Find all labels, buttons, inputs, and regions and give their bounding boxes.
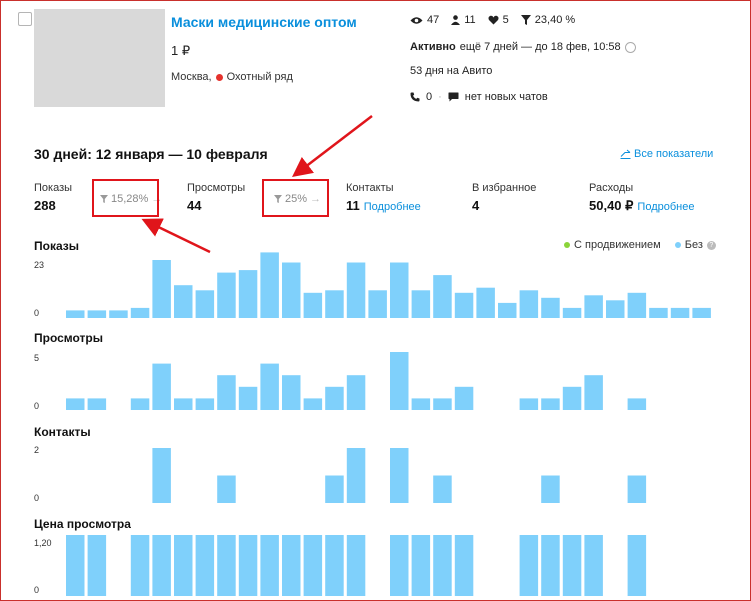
bar-2-23[interactable] bbox=[541, 475, 560, 504]
bar-2-5[interactable] bbox=[152, 448, 171, 503]
bar-0-16[interactable] bbox=[390, 262, 409, 319]
bar-3-8[interactable] bbox=[217, 535, 236, 596]
bar-1-18[interactable] bbox=[433, 398, 452, 410]
bar-3-16[interactable] bbox=[390, 535, 409, 596]
bar-3-6[interactable] bbox=[174, 535, 193, 596]
bar-0-4[interactable] bbox=[130, 307, 150, 318]
bar-1-14[interactable] bbox=[346, 375, 366, 410]
bar-2-27[interactable] bbox=[627, 475, 647, 504]
bar-3-18[interactable] bbox=[433, 535, 452, 596]
bar-0-13[interactable] bbox=[325, 290, 344, 318]
bar-0-12[interactable] bbox=[303, 292, 323, 318]
bar-1-22[interactable] bbox=[519, 398, 539, 410]
bar-0-29[interactable] bbox=[670, 307, 690, 318]
bar-3-7[interactable] bbox=[195, 535, 215, 596]
bar-2-18[interactable] bbox=[433, 475, 452, 504]
bar-0-14[interactable] bbox=[346, 262, 366, 319]
bar-1-1[interactable] bbox=[66, 398, 85, 410]
bar-1-23[interactable] bbox=[541, 398, 560, 410]
bar-3-22[interactable] bbox=[519, 535, 539, 596]
bar-0-20[interactable] bbox=[476, 287, 495, 318]
bar-2-16[interactable] bbox=[390, 448, 409, 503]
bar-0-21[interactable] bbox=[498, 302, 517, 318]
bar-3-10[interactable] bbox=[260, 535, 279, 596]
bar-2-13[interactable] bbox=[325, 475, 344, 504]
bar-1-19[interactable] bbox=[454, 386, 474, 410]
bar-1-25[interactable] bbox=[584, 375, 603, 410]
bar-1-9[interactable] bbox=[238, 386, 258, 410]
bar-0-7[interactable] bbox=[195, 290, 215, 318]
bar-3-23[interactable] bbox=[541, 535, 560, 596]
bar-0-25[interactable] bbox=[584, 295, 603, 318]
bar-0-23[interactable] bbox=[541, 297, 560, 318]
bar-0-5[interactable] bbox=[152, 260, 171, 318]
bar-1-27[interactable] bbox=[627, 398, 647, 410]
bar-0-9[interactable] bbox=[238, 270, 258, 318]
bar-1-6[interactable] bbox=[174, 398, 193, 410]
bar-1-4[interactable] bbox=[130, 398, 150, 410]
bar-1-16[interactable] bbox=[390, 352, 409, 410]
bar-0-1[interactable] bbox=[66, 310, 85, 318]
bar-3-25[interactable] bbox=[584, 535, 603, 596]
bar-0-24[interactable] bbox=[562, 307, 582, 318]
bar-1-11[interactable] bbox=[282, 375, 301, 410]
bar-3-4[interactable] bbox=[130, 535, 150, 596]
bar-0-18[interactable] bbox=[433, 275, 452, 318]
bar-0-15[interactable] bbox=[368, 290, 387, 318]
bar-3-12[interactable] bbox=[303, 535, 323, 596]
bar-0-2[interactable] bbox=[87, 310, 107, 318]
bar-1-24[interactable] bbox=[562, 386, 582, 410]
bar-charts bbox=[66, 252, 711, 596]
bar-1-12[interactable] bbox=[303, 398, 323, 410]
bar-2-8[interactable] bbox=[217, 475, 236, 504]
bar-1-17[interactable] bbox=[411, 398, 431, 410]
bar-0-27[interactable] bbox=[627, 292, 647, 318]
bar-1-10[interactable] bbox=[260, 363, 279, 410]
bar-0-19[interactable] bbox=[454, 292, 474, 318]
bar-0-17[interactable] bbox=[411, 290, 431, 318]
bar-0-10[interactable] bbox=[260, 252, 279, 318]
bar-3-27[interactable] bbox=[627, 535, 647, 596]
bar-3-9[interactable] bbox=[238, 535, 258, 596]
bar-0-8[interactable] bbox=[217, 272, 236, 318]
bar-1-8[interactable] bbox=[217, 375, 236, 410]
bar-0-22[interactable] bbox=[519, 290, 539, 318]
bar-3-17[interactable] bbox=[411, 535, 431, 596]
bar-1-2[interactable] bbox=[87, 398, 107, 410]
bar-3-1[interactable] bbox=[66, 535, 85, 596]
bar-3-2[interactable] bbox=[87, 535, 107, 596]
bar-0-11[interactable] bbox=[282, 262, 301, 319]
bar-3-14[interactable] bbox=[346, 535, 366, 596]
bar-3-11[interactable] bbox=[282, 535, 301, 596]
bar-0-3[interactable] bbox=[109, 310, 128, 318]
bar-3-5[interactable] bbox=[152, 535, 171, 596]
bar-1-13[interactable] bbox=[325, 386, 344, 410]
bar-2-14[interactable] bbox=[346, 448, 366, 503]
bar-0-28[interactable] bbox=[649, 307, 668, 318]
bar-3-19[interactable] bbox=[454, 535, 474, 596]
bar-3-24[interactable] bbox=[562, 535, 582, 596]
bar-3-13[interactable] bbox=[325, 535, 344, 596]
bar-1-7[interactable] bbox=[195, 398, 215, 410]
bar-1-5[interactable] bbox=[152, 363, 171, 410]
bar-0-30[interactable] bbox=[692, 307, 711, 318]
bar-0-6[interactable] bbox=[174, 285, 193, 318]
bar-0-26[interactable] bbox=[606, 300, 625, 318]
